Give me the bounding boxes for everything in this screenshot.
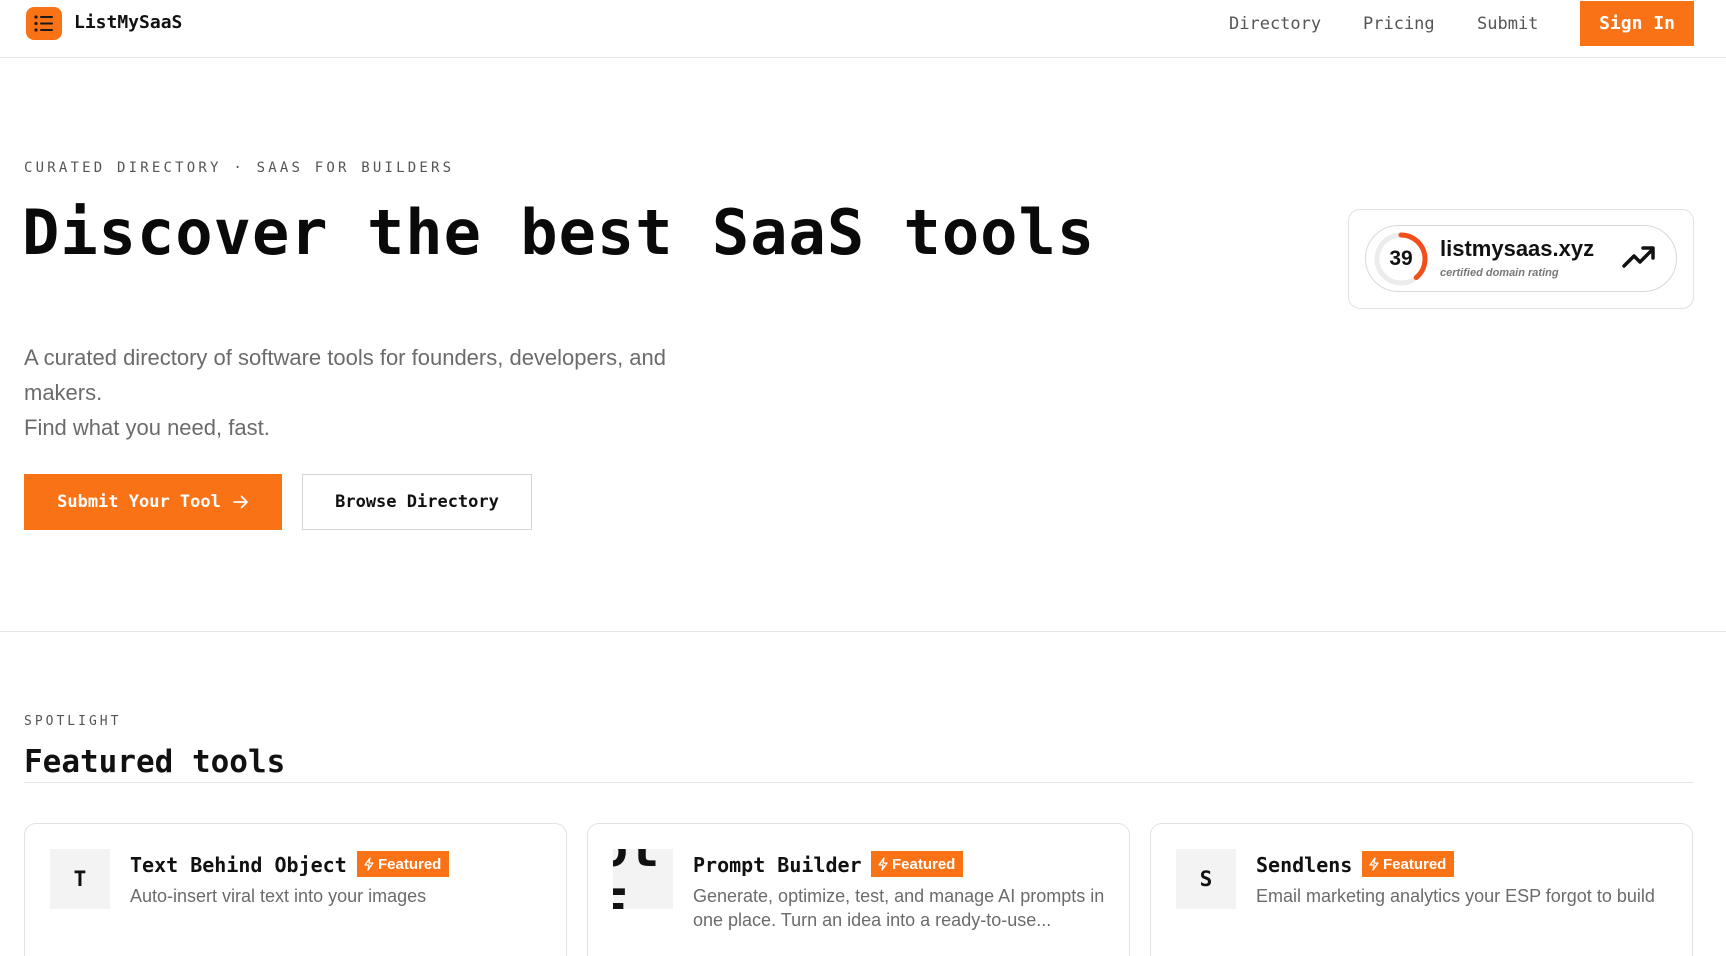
tool-card-sendlens[interactable]: S Sendlens Featured Email marketing anal… — [1150, 823, 1693, 956]
tool-card-prompt-builder[interactable]: ot E Prompt Builder Featured Generate, o… — [587, 823, 1130, 956]
nav-submit[interactable]: Submit — [1477, 14, 1538, 34]
tool-logo: T — [50, 849, 110, 909]
featured-badge-label: Featured — [892, 855, 956, 873]
tool-name[interactable]: Prompt Builder — [693, 853, 862, 877]
domain-rating-widget[interactable]: 39 listmysaas.xyz certified domain ratin… — [1348, 209, 1694, 309]
spotlight-title: Featured tools — [24, 744, 286, 780]
hero-description-line-2: Find what you need, fast. — [24, 415, 270, 440]
featured-badge: Featured — [871, 851, 964, 877]
submit-tool-button[interactable]: Submit Your Tool — [24, 474, 282, 530]
section-divider — [0, 631, 1726, 632]
domain-rating-pill: 39 listmysaas.xyz certified domain ratin… — [1365, 225, 1677, 292]
arrow-right-icon — [232, 495, 248, 509]
tool-logo: ot E — [613, 849, 673, 909]
spotlight-eyebrow: SPOTLIGHT — [24, 714, 122, 729]
featured-badge: Featured — [357, 851, 450, 877]
hero-title: Discover the best SaaS tools — [22, 196, 1096, 269]
browse-directory-button[interactable]: Browse Directory — [302, 474, 532, 530]
tool-name[interactable]: Text Behind Object — [130, 853, 347, 877]
top-navbar: ListMySaaS Directory Pricing Submit Sign… — [0, 0, 1726, 58]
tool-card-text-behind-object[interactable]: T Text Behind Object Featured Auto-inser… — [24, 823, 567, 956]
spotlight-rule — [24, 782, 1694, 783]
submit-tool-label: Submit Your Tool — [57, 492, 221, 512]
tool-logo-text: ot E — [613, 849, 660, 909]
sign-in-button[interactable]: Sign In — [1580, 1, 1694, 46]
rating-domain: listmysaas.xyz — [1440, 236, 1595, 261]
featured-badge: Featured — [1362, 851, 1455, 877]
tool-name[interactable]: Sendlens — [1256, 853, 1352, 877]
lightning-icon — [364, 857, 374, 871]
hero-description: A curated directory of software tools fo… — [24, 340, 744, 445]
rating-score: 39 — [1389, 247, 1413, 270]
list-icon[interactable] — [26, 7, 62, 40]
featured-badge-label: Featured — [1383, 855, 1447, 873]
featured-badge-label: Featured — [378, 855, 442, 873]
nav-directory[interactable]: Directory — [1229, 14, 1321, 34]
nav-pricing[interactable]: Pricing — [1363, 14, 1435, 34]
hero-eyebrow: CURATED DIRECTORY · SAAS FOR BUILDERS — [24, 160, 455, 176]
brand-name[interactable]: ListMySaaS — [74, 12, 182, 33]
tool-description: Generate, optimize, test, and manage AI … — [693, 886, 1105, 930]
lightning-icon — [1369, 857, 1379, 871]
hero-description-line-1: A curated directory of software tools fo… — [24, 345, 667, 405]
rating-subtitle: certified domain rating — [1440, 267, 1559, 279]
trending-up-icon — [1622, 246, 1655, 268]
tool-description: Auto-insert viral text into your images — [130, 886, 427, 906]
tool-logo: S — [1176, 849, 1236, 909]
lightning-icon — [878, 857, 888, 871]
tool-description: Email marketing analytics your ESP forgo… — [1256, 886, 1655, 906]
